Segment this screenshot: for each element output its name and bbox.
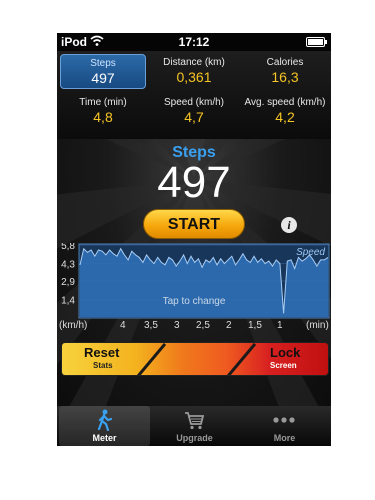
- steps-count: 497: [157, 158, 231, 207]
- app-screen: iPod 17:12 Steps 497 Distance (km) 0,361…: [57, 33, 331, 446]
- x-tick-label: 3: [174, 320, 180, 331]
- y-tick-label: 5,8: [61, 243, 75, 252]
- stat-steps[interactable]: Steps 497: [60, 54, 146, 89]
- start-button[interactable]: START: [143, 209, 245, 239]
- x-tick-label: 2: [226, 320, 232, 331]
- stat-label: Distance (km): [163, 57, 225, 68]
- more-dots-icon: [273, 417, 295, 423]
- lock-label[interactable]: Lock: [270, 345, 300, 360]
- shopping-cart-icon: [185, 412, 205, 430]
- stats-panel: Steps 497 Distance (km) 0,361 Calories 1…: [57, 51, 331, 139]
- status-bar: iPod 17:12: [57, 33, 331, 51]
- reset-label[interactable]: Reset: [84, 345, 119, 360]
- tap-to-change-hint: Tap to change: [163, 296, 226, 307]
- stat-value: 0,361: [176, 69, 212, 85]
- lock-sublabel: Screen: [270, 361, 297, 370]
- y-tick-label: 4,3: [61, 260, 75, 271]
- stat-label: Calories: [266, 57, 304, 68]
- x-tick-label: 2,5: [196, 320, 210, 331]
- info-icon[interactable]: i: [281, 217, 297, 233]
- stat-label: Time (min): [79, 97, 127, 108]
- stat-speed[interactable]: Speed (km/h) 4,7: [150, 97, 238, 126]
- x-axis-row: (km/h) 4 3,5 3 2,5 2 1,5 1 (min): [57, 318, 331, 332]
- tab-label: Upgrade: [176, 433, 213, 443]
- stat-label: Speed (km/h): [163, 97, 225, 108]
- stat-value: 4,2: [275, 109, 295, 125]
- battery-icon: [306, 37, 327, 47]
- x-tick-label: 1: [277, 320, 283, 331]
- stat-time[interactable]: Time (min) 4,8: [59, 97, 147, 126]
- tab-label: More: [273, 433, 296, 443]
- y-tick-label: 2,9: [61, 277, 75, 288]
- x-tick-label: 4: [120, 320, 126, 331]
- stat-value: 16,3: [271, 69, 299, 85]
- y-tick-labels: 5,8 4,3 2,9 1,4: [61, 243, 75, 307]
- stat-avg-speed[interactable]: Avg. speed (km/h) 4,2: [241, 97, 329, 126]
- clock: 17:12: [178, 35, 210, 49]
- reset-sublabel: Stats: [93, 361, 113, 370]
- tab-bar: Meter Upgrade More: [57, 406, 331, 446]
- x-axis-unit: (min): [306, 320, 329, 331]
- stat-distance[interactable]: Distance (km) 0,361: [150, 57, 238, 86]
- x-tick-label: 1,5: [248, 320, 262, 331]
- tab-upgrade[interactable]: Upgrade: [149, 406, 240, 446]
- tab-meter[interactable]: Meter: [59, 406, 150, 446]
- legend-speed: Speed: [296, 247, 325, 258]
- stat-label: Avg. speed (km/h): [244, 97, 326, 108]
- meter-view: Steps 497 START i 5,8 4,3 2,9 1,4 Speed Tap…: [57, 139, 331, 406]
- walking-person-icon: [97, 409, 113, 431]
- stat-label: Steps: [90, 58, 116, 69]
- speed-chart[interactable]: 5,8 4,3 2,9 1,4 Speed Tap to change: [57, 243, 331, 319]
- x-tick-label: 3,5: [144, 320, 158, 331]
- tab-label: Meter: [92, 433, 117, 443]
- stat-calories[interactable]: Calories 16,3: [241, 57, 329, 86]
- y-tick-label: 1,4: [61, 296, 75, 307]
- tab-more[interactable]: More: [239, 406, 330, 446]
- stat-value: 497: [91, 70, 115, 86]
- stat-value: 4,7: [184, 109, 204, 125]
- reset-lock-slider[interactable]: Reset Stats Lock Screen: [61, 342, 329, 376]
- stat-value: 4,8: [93, 109, 113, 125]
- y-axis-unit: (km/h): [59, 320, 88, 331]
